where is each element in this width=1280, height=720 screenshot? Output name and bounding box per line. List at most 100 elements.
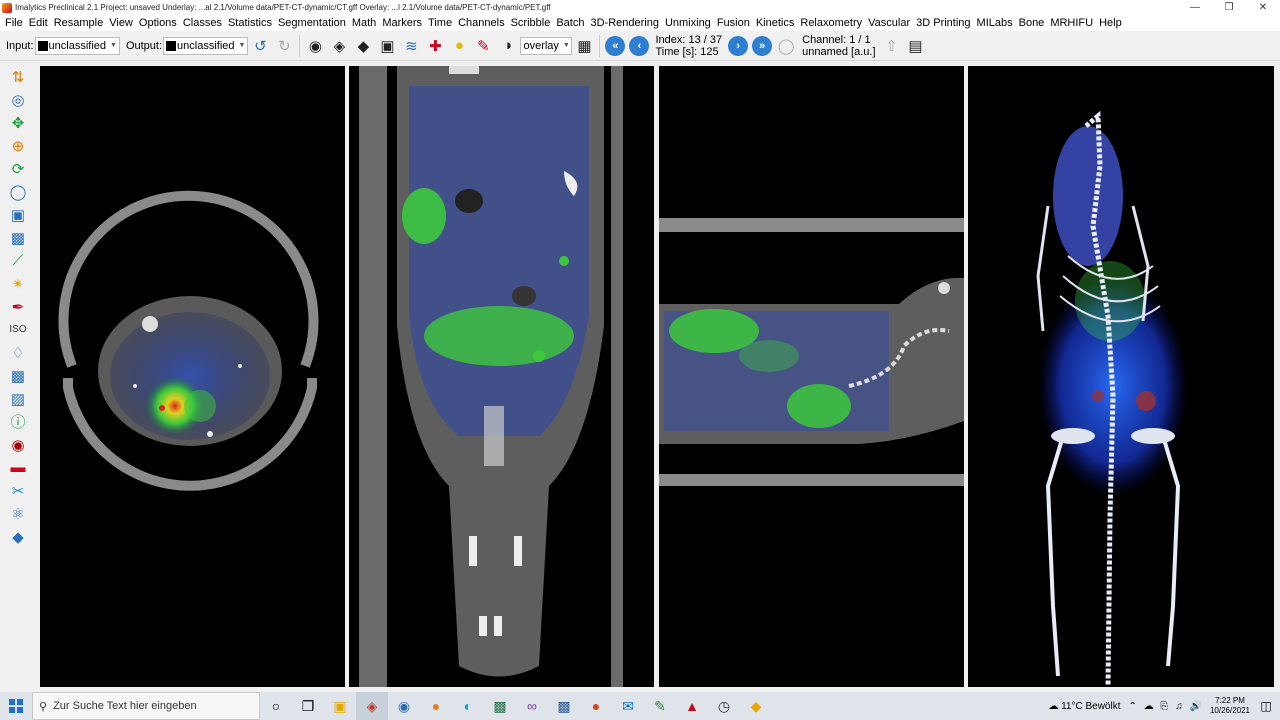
menu-edit[interactable]: Edit: [26, 17, 51, 29]
viewport-transverse[interactable]: [40, 66, 345, 687]
brain-atlas-icon[interactable]: ◆: [352, 35, 374, 57]
tutorial-icon[interactable]: ▤: [905, 35, 927, 57]
menu-markers[interactable]: Markers: [379, 17, 425, 29]
acrobat-icon[interactable]: ▲: [676, 692, 708, 720]
close-icon[interactable]: ✕: [1246, 0, 1280, 15]
task-view-icon[interactable]: ❐: [292, 692, 324, 720]
crop-icon[interactable]: ▣: [7, 204, 29, 226]
menu-fusion[interactable]: Fusion: [714, 17, 753, 29]
camera-icon[interactable]: ▩: [7, 227, 29, 249]
menu-math[interactable]: Math: [349, 17, 379, 29]
menu-mrhifu[interactable]: MRHIFU: [1047, 17, 1096, 29]
atom-icon[interactable]: ⚛: [7, 503, 29, 525]
excel-icon[interactable]: ▩: [484, 692, 516, 720]
menu-channels[interactable]: Channels: [455, 17, 507, 29]
taskbar-clock[interactable]: 7:22 PM 10/26/2021: [1210, 696, 1250, 716]
edge-icon[interactable]: ◐: [452, 692, 484, 720]
weather-widget[interactable]: ☁ 11°C Bewölkt: [1048, 701, 1120, 712]
output-label: Output:: [125, 39, 163, 52]
menu-3d-printing[interactable]: 3D Printing: [913, 17, 973, 29]
firefox-icon[interactable]: ●: [420, 692, 452, 720]
app-icon[interactable]: ◉: [388, 692, 420, 720]
layout-icon[interactable]: ▦: [573, 35, 595, 57]
unit-label: unnamed [a.u.]: [802, 45, 876, 58]
last-frame-button[interactable]: »: [752, 35, 773, 56]
rotate-icon[interactable]: ⟳: [7, 158, 29, 180]
menu-time[interactable]: Time: [425, 17, 455, 29]
layers-icon[interactable]: ▨: [7, 388, 29, 410]
target-icon[interactable]: ◎: [7, 89, 29, 111]
window-level-icon[interactable]: ⇅: [7, 66, 29, 88]
menu-file[interactable]: File: [2, 17, 26, 29]
menu-options[interactable]: Options: [136, 17, 180, 29]
bucket-fill-icon[interactable]: ♢: [7, 342, 29, 364]
menu-3d-rendering[interactable]: 3D-Rendering: [587, 17, 661, 29]
first-frame-button[interactable]: «: [605, 35, 626, 56]
crosshair-icon[interactable]: ✚: [424, 35, 446, 57]
clock-app-icon[interactable]: ◷: [708, 692, 740, 720]
menu-kinetics[interactable]: Kinetics: [753, 17, 798, 29]
blend-mode-select[interactable]: overlay ▼: [520, 36, 573, 55]
menu-bone[interactable]: Bone: [1016, 17, 1048, 29]
menu-scribble[interactable]: Scribble: [508, 17, 554, 29]
restore-icon[interactable]: ❐: [1212, 0, 1246, 15]
input-class-select[interactable]: unclassified ▼: [34, 36, 120, 55]
menu-classes[interactable]: Classes: [180, 17, 225, 29]
menu-batch[interactable]: Batch: [553, 17, 587, 29]
menu-segmentation[interactable]: Segmentation: [275, 17, 349, 29]
viewport-3d-rendering[interactable]: [968, 66, 1274, 687]
info-icon[interactable]: ⓘ: [7, 411, 29, 433]
curve-icon[interactable]: ≋: [400, 35, 422, 57]
zoom-icon[interactable]: ⊕: [7, 135, 29, 157]
powerpoint-icon[interactable]: ●: [580, 692, 612, 720]
menu-resample[interactable]: Resample: [51, 17, 107, 29]
channel-icon[interactable]: ◯: [775, 35, 797, 57]
imalytics-app-icon[interactable]: ◈: [356, 692, 388, 720]
previous-frame-button[interactable]: ‹: [629, 35, 650, 56]
outlook-icon[interactable]: ✉: [612, 692, 644, 720]
viewport-coronal[interactable]: [349, 66, 654, 687]
iso-icon[interactable]: ISO: [7, 319, 29, 341]
start-button[interactable]: [0, 692, 32, 720]
undo-icon[interactable]: ↺: [249, 35, 271, 57]
tray-icons[interactable]: ⌃ ☁ ⎘ ♫ 🔊: [1129, 701, 1204, 712]
brain-segment-icon[interactable]: ◈: [328, 35, 350, 57]
file-explorer-icon[interactable]: ▣: [324, 692, 356, 720]
upload-icon[interactable]: ⇧: [881, 35, 903, 57]
marker-pin-icon[interactable]: ◉: [7, 434, 29, 456]
rotate-3d-icon[interactable]: ◯: [7, 181, 29, 203]
cube-icon[interactable]: ▣: [376, 35, 398, 57]
line-icon[interactable]: ⟋: [7, 250, 29, 272]
notification-icon[interactable]: ◫: [1256, 696, 1276, 716]
move-icon[interactable]: ✥: [7, 112, 29, 134]
ruler-icon[interactable]: ▬: [7, 457, 29, 479]
word-icon[interactable]: ▩: [548, 692, 580, 720]
next-frame-button[interactable]: ›: [728, 35, 749, 56]
eraser-icon[interactable]: ◆: [7, 526, 29, 548]
output-class-select[interactable]: unclassified ▼: [163, 36, 249, 55]
brain-icon[interactable]: ◉: [304, 35, 326, 57]
notepad-icon[interactable]: ✎: [644, 692, 676, 720]
taskbar-search[interactable]: ⚲ Zur Suche Text hier eingeben: [32, 692, 260, 720]
viewport-sagittal[interactable]: [659, 66, 964, 687]
scissors-icon[interactable]: ✂: [7, 480, 29, 502]
menu-help[interactable]: Help: [1096, 17, 1125, 29]
minimize-icon[interactable]: —: [1178, 0, 1212, 15]
menu-relaxometry[interactable]: Relaxometry: [797, 17, 865, 29]
brush-icon[interactable]: ✒: [7, 296, 29, 318]
visual-studio-icon[interactable]: ∞: [516, 692, 548, 720]
menu-statistics[interactable]: Statistics: [225, 17, 275, 29]
menu-vascular[interactable]: Vascular: [865, 17, 913, 29]
cortana-icon[interactable]: ○: [260, 692, 292, 720]
colormap-icon[interactable]: ●: [448, 35, 470, 57]
redo-icon[interactable]: ↻: [273, 35, 295, 57]
blend-icon[interactable]: ◑: [496, 35, 518, 57]
menu-unmixing[interactable]: Unmixing: [662, 17, 714, 29]
output-color-swatch: [166, 40, 177, 51]
menu-view[interactable]: View: [106, 17, 136, 29]
misc-app-icon[interactable]: ◆: [740, 692, 772, 720]
pencil-icon[interactable]: ✎: [472, 35, 494, 57]
menu-milabs[interactable]: MILabs: [974, 17, 1016, 29]
puzzle-icon[interactable]: ✴: [7, 273, 29, 295]
region-grow-icon[interactable]: ▩: [7, 365, 29, 387]
